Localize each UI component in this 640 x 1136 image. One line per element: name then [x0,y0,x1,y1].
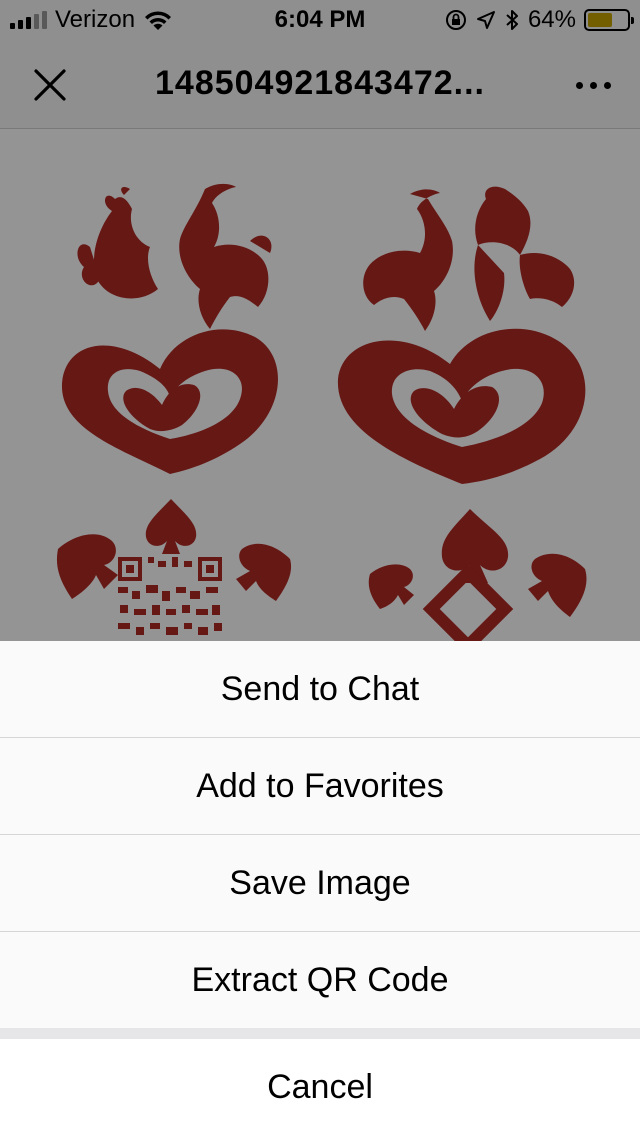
extract-qr-code-button[interactable]: Extract QR Code [0,932,640,1028]
action-sheet: Send to Chat Add to Favorites Save Image… [0,641,640,1136]
send-to-chat-button[interactable]: Send to Chat [0,641,640,737]
add-to-favorites-button[interactable]: Add to Favorites [0,738,640,834]
cancel-button[interactable]: Cancel [0,1039,640,1136]
save-image-button[interactable]: Save Image [0,835,640,931]
